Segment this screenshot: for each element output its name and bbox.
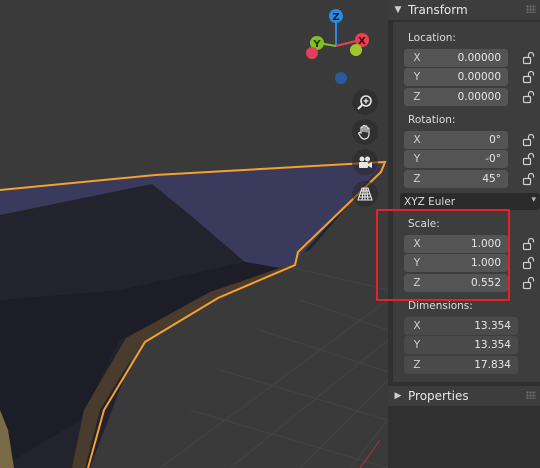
dimensions-x-value: 13.354 xyxy=(474,320,511,332)
rotation-y-value: -0° xyxy=(485,153,501,165)
scale-z-lock-icon[interactable] xyxy=(522,276,536,290)
transform-panel-header[interactable]: ▼ Transform xyxy=(388,0,540,20)
rotation-z-value: 45° xyxy=(482,173,501,185)
location-y-field[interactable]: Y 0.00000 xyxy=(404,68,508,86)
gizmo-neg-x[interactable] xyxy=(306,47,318,59)
gizmo-neg-z[interactable] xyxy=(335,72,347,84)
chevron-down-icon: ▾ xyxy=(531,195,536,205)
drag-grip-icon[interactable] xyxy=(526,5,536,13)
scale-x-value: 1.000 xyxy=(470,238,501,250)
rotation-mode-value: XYZ Euler xyxy=(404,195,456,208)
axis-label: Z xyxy=(413,173,421,185)
location-z-value: 0.00000 xyxy=(457,91,501,103)
gizmo-z-label: Z xyxy=(332,12,339,23)
camera-icon[interactable] xyxy=(352,149,378,175)
location-y-value: 0.00000 xyxy=(457,71,501,83)
axis-label: X xyxy=(413,52,421,64)
dimensions-y-field[interactable]: Y 13.354 xyxy=(404,336,518,354)
scale-label: Scale: xyxy=(408,218,440,230)
properties-sidebar: ▼ Transform Location: X 0.00000 Y 0.0000… xyxy=(388,0,540,468)
gizmo-neg-y[interactable] xyxy=(350,44,362,56)
navigation-gizmo[interactable]: Z X Y xyxy=(306,9,369,84)
zoom-icon[interactable] xyxy=(352,89,378,115)
axis-label: X xyxy=(413,134,421,146)
rotation-z-lock-icon[interactable] xyxy=(522,172,536,186)
grid-perspective-icon[interactable] xyxy=(352,181,378,207)
rotation-x-lock-icon[interactable] xyxy=(522,133,536,147)
x-axis-line xyxy=(359,439,381,468)
axis-label: Z xyxy=(413,359,421,371)
location-z-field[interactable]: Z 0.00000 xyxy=(404,88,508,106)
dimensions-x-field[interactable]: X 13.354 xyxy=(404,317,518,335)
location-x-lock-icon[interactable] xyxy=(522,51,536,65)
rotation-z-field[interactable]: Z 45° xyxy=(404,170,508,188)
rotation-mode-dropdown[interactable]: XYZ Euler ▾ xyxy=(400,193,540,210)
hand-pan-icon[interactable] xyxy=(352,119,378,145)
scale-y-lock-icon[interactable] xyxy=(522,256,536,270)
axis-label: Y xyxy=(413,339,421,351)
axis-label: Z xyxy=(413,277,421,289)
dimensions-z-value: 17.834 xyxy=(474,359,511,371)
location-label: Location: xyxy=(408,32,456,44)
location-x-field[interactable]: X 0.00000 xyxy=(404,49,508,67)
transform-panel-title: Transform xyxy=(408,3,468,17)
expand-arrow-icon: ▼ xyxy=(394,5,402,15)
transform-panel-body: Location: X 0.00000 Y 0.00000 Z 0.00000 … xyxy=(393,22,540,382)
axis-label: Y xyxy=(413,257,421,269)
axis-label: Y xyxy=(413,71,421,83)
rotation-label: Rotation: xyxy=(408,114,456,126)
scale-x-field[interactable]: X 1.000 xyxy=(404,235,508,253)
rotation-y-lock-icon[interactable] xyxy=(522,152,536,166)
properties-panel-header[interactable]: ▶ Properties xyxy=(388,386,540,406)
location-z-lock-icon[interactable] xyxy=(522,90,536,104)
rotation-x-field[interactable]: X 0° xyxy=(404,131,508,149)
scale-z-value: 0.552 xyxy=(470,277,501,289)
3d-viewport[interactable]: Z X Y xyxy=(0,0,388,468)
dimensions-y-value: 13.354 xyxy=(474,339,511,351)
rotation-x-value: 0° xyxy=(489,134,501,146)
drag-grip-icon[interactable] xyxy=(526,391,536,399)
axis-label: Z xyxy=(413,91,421,103)
properties-panel-title: Properties xyxy=(408,389,469,403)
viewport-scene: Z X Y xyxy=(0,9,388,468)
scale-y-field[interactable]: Y 1.000 xyxy=(404,254,508,272)
rotation-y-field[interactable]: Y -0° xyxy=(404,150,508,168)
dimensions-label: Dimensions: xyxy=(408,300,473,312)
location-y-lock-icon[interactable] xyxy=(522,70,536,84)
dimensions-z-field[interactable]: Z 17.834 xyxy=(404,356,518,374)
scale-y-value: 1.000 xyxy=(470,257,501,269)
axis-label: Y xyxy=(413,153,421,165)
scale-z-field[interactable]: Z 0.552 xyxy=(404,274,508,292)
expand-arrow-icon: ▶ xyxy=(394,391,402,401)
location-x-value: 0.00000 xyxy=(457,52,501,64)
axis-label: X xyxy=(413,238,421,250)
axis-label: X xyxy=(413,320,421,332)
scale-x-lock-icon[interactable] xyxy=(522,237,536,251)
